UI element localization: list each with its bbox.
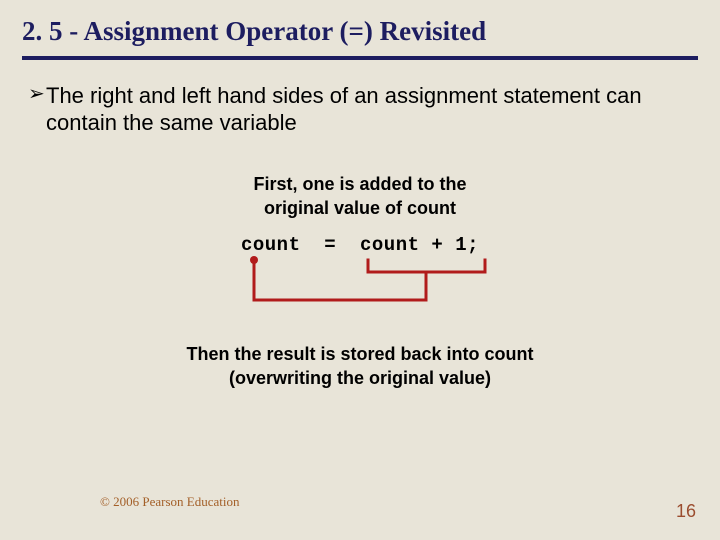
bullet-text: The right and left hand sides of an assi… [46, 82, 690, 136]
slide: 2. 5 - Assignment Operator (=) Revisited… [0, 0, 720, 540]
arrow-diagram [0, 0, 720, 540]
page-number: 16 [676, 501, 696, 522]
slide-title: 2. 5 - Assignment Operator (=) Revisited [22, 16, 486, 47]
annotation-then-line1: Then the result is stored back into coun… [186, 344, 533, 364]
annotation-first-line1: First, one is added to the [253, 174, 466, 194]
bullet-item: ➢ The right and left hand sides of an as… [28, 82, 690, 136]
annotation-first: First, one is added to the original valu… [0, 172, 720, 220]
annotation-then-line2: (overwriting the original value) [229, 368, 491, 388]
code-expression: count = count + 1; [0, 234, 720, 256]
annotation-first-line2: original value of count [264, 198, 456, 218]
bullet-arrow-icon: ➢ [28, 82, 46, 107]
copyright-text: © 2006 Pearson Education [100, 494, 240, 510]
title-underline [22, 56, 698, 60]
annotation-then: Then the result is stored back into coun… [0, 342, 720, 390]
